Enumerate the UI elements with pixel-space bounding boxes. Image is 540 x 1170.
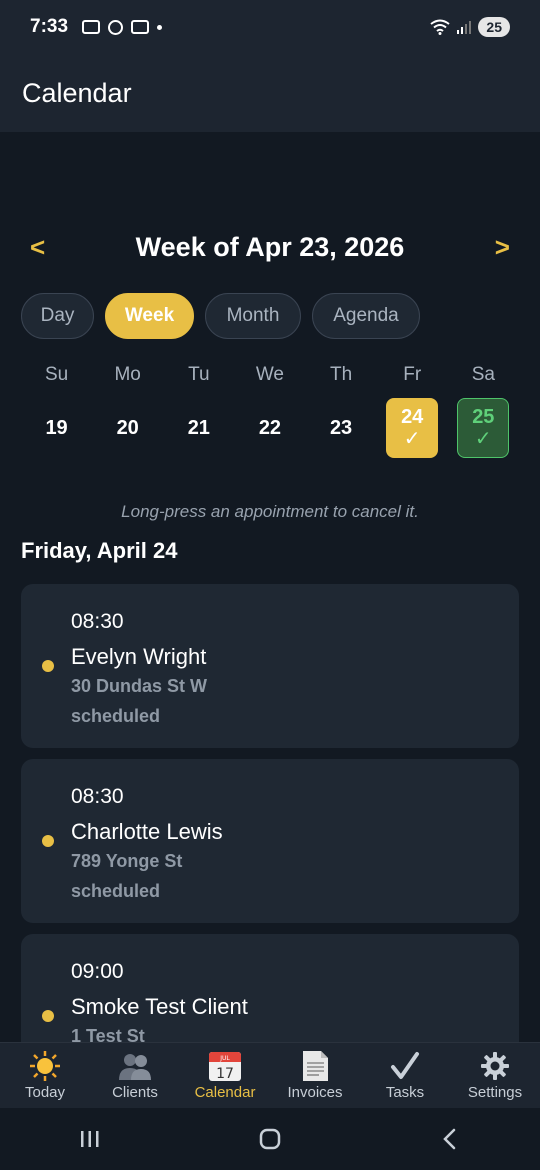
gear-icon [480, 1050, 510, 1082]
client-address: 789 Yonge St [71, 851, 183, 871]
home-icon [259, 1128, 281, 1150]
appointment-status: scheduled [71, 706, 161, 726]
back-icon [443, 1128, 456, 1150]
invoice-icon [300, 1050, 330, 1082]
calendar-icon: JUL 17 [208, 1050, 242, 1082]
recent-apps-icon [81, 1131, 99, 1147]
app-bar: Calendar [0, 54, 540, 132]
cast-icon [131, 20, 150, 34]
recent-apps-button[interactable] [60, 1119, 120, 1159]
nav-settings[interactable]: Settings [450, 1043, 540, 1108]
view-week-button[interactable]: Week [105, 293, 194, 339]
nav-calendar-label: Calendar [194, 1084, 256, 1101]
appointment-card[interactable]: 08:30 Evelyn Wright 30 Dundas St W sched… [21, 584, 519, 748]
appointment-time: 09:00 [71, 960, 124, 983]
people-icon [117, 1050, 153, 1082]
date-cell-22[interactable]: 22 [244, 398, 296, 458]
previous-week-button[interactable]: < [30, 232, 45, 263]
weekday-label: We [255, 364, 285, 385]
status-time: 7:33 [30, 16, 69, 37]
view-day-button[interactable]: Day [21, 293, 94, 339]
checkmark-icon: ✓ [403, 428, 421, 450]
nav-calendar[interactable]: JUL 17 Calendar [180, 1043, 270, 1108]
week-header: < Week of Apr 23, 2026 > [0, 222, 540, 272]
screenshot-icon [82, 20, 101, 34]
date-number: 20 [116, 417, 139, 439]
system-navigation-bar [0, 1108, 540, 1170]
nav-settings-label: Settings [467, 1084, 523, 1101]
day-section-title: Friday, April 24 [21, 538, 178, 563]
weekday-label: Su [44, 364, 69, 385]
date-cell-19[interactable]: 19 [31, 398, 83, 458]
bottom-navigation: Today Clients JUL 17 Calendar Invoices T… [0, 1042, 540, 1108]
nav-tasks-label: Tasks [385, 1084, 425, 1101]
appointment-card[interactable]: 08:30 Charlotte Lewis 789 Yonge St sched… [21, 759, 519, 923]
client-name: Charlotte Lewis [71, 819, 223, 844]
view-switcher: Day Week Month Agenda [21, 293, 420, 339]
checkmark-icon: ✓ [474, 428, 492, 450]
date-number: 25 [472, 406, 495, 428]
check-icon [390, 1050, 420, 1082]
appointment-time: 08:30 [71, 785, 124, 808]
date-number: 23 [329, 417, 353, 439]
status-dot-icon [42, 1010, 54, 1022]
status-system-icons: 25 [430, 17, 510, 37]
home-button[interactable] [240, 1119, 300, 1159]
sun-icon [28, 1050, 62, 1082]
date-cell-20[interactable]: 20 [102, 398, 154, 458]
status-bar: 7:33 25 [0, 0, 540, 54]
back-button[interactable] [420, 1119, 480, 1159]
appointment-time: 08:30 [71, 610, 124, 633]
status-dot-icon [42, 835, 54, 847]
wifi-icon [430, 19, 451, 35]
signal-icon [457, 21, 472, 34]
weekday-label: Th [329, 364, 353, 385]
more-notifications-icon [157, 24, 163, 30]
nav-today-label: Today [24, 1084, 66, 1101]
nav-clients-label: Clients [112, 1084, 158, 1101]
weekday-header-row: Su Mo Tu We Th Fr Sa [21, 360, 519, 390]
client-name: Smoke Test Client [71, 994, 248, 1019]
weekday-label: Mo [114, 364, 141, 385]
date-cell-21[interactable]: 21 [173, 398, 225, 458]
week-dates-row: 19 20 21 22 23 24 ✓ 25 ✓ [21, 397, 519, 459]
client-address: 30 Dundas St W [71, 676, 208, 696]
date-number: 24 [401, 406, 424, 428]
cancel-hint: Long-press an appointment to cancel it. [121, 502, 419, 521]
date-number: 19 [45, 417, 68, 439]
weekday-label: Tu [188, 364, 210, 385]
calendar-icon-day: 17 [216, 1066, 234, 1082]
date-cell-24-selected[interactable]: 24 ✓ [386, 398, 439, 458]
calendar-icon-month: JUL [219, 1055, 230, 1062]
client-name: Evelyn Wright [71, 644, 207, 669]
next-week-button[interactable]: > [495, 232, 510, 263]
app-notification-icon [108, 19, 124, 35]
weekday-label: Sa [471, 364, 495, 385]
status-dot-icon [42, 660, 54, 672]
nav-clients[interactable]: Clients [90, 1043, 180, 1108]
date-cell-25-today[interactable]: 25 ✓ [457, 398, 510, 458]
nav-today[interactable]: Today [0, 1043, 90, 1108]
date-cell-23[interactable]: 23 [315, 398, 367, 458]
view-month-button[interactable]: Month [205, 293, 301, 339]
nav-invoices-label: Invoices [287, 1084, 343, 1101]
date-number: 21 [187, 417, 210, 439]
nav-tasks[interactable]: Tasks [360, 1043, 450, 1108]
view-agenda-button[interactable]: Agenda [312, 293, 420, 339]
page-title: Calendar [22, 77, 132, 108]
nav-invoices[interactable]: Invoices [270, 1043, 360, 1108]
date-number: 22 [258, 417, 282, 439]
week-title: Week of Apr 23, 2026 [135, 231, 405, 262]
battery-indicator: 25 [478, 17, 510, 37]
status-notification-icons [82, 19, 163, 35]
appointment-status: scheduled [71, 881, 161, 901]
weekday-label: Fr [403, 364, 422, 385]
